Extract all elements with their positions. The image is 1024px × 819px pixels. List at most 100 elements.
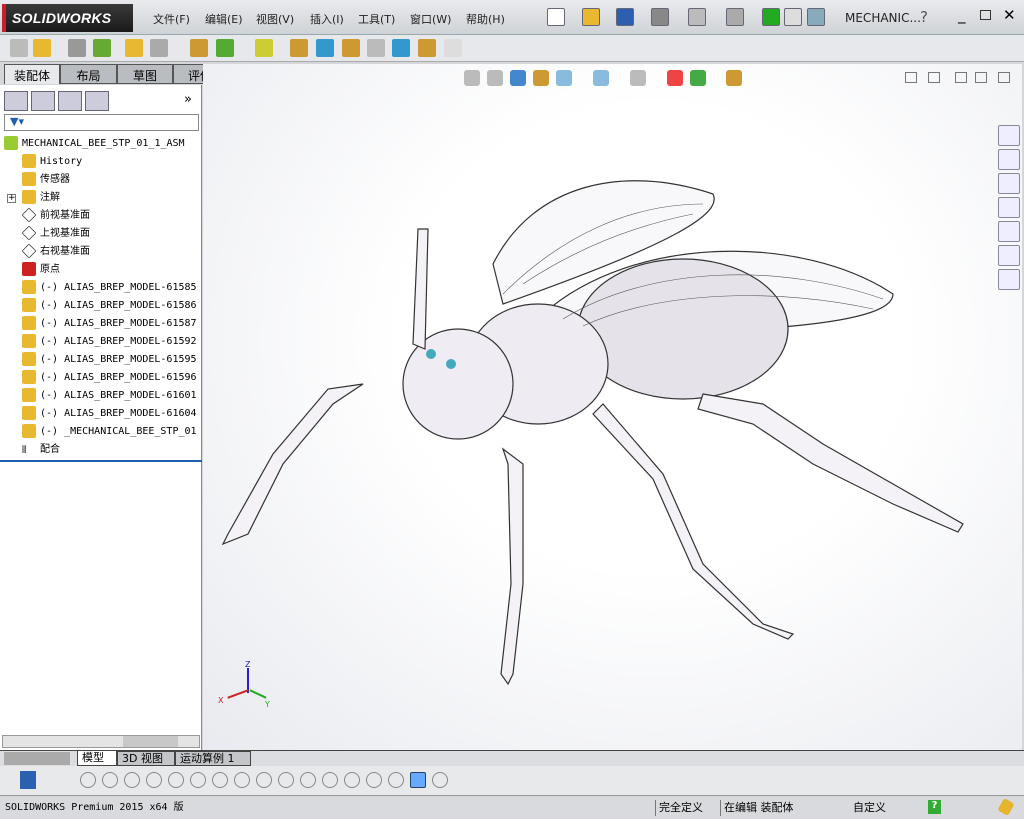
tree-item[interactable]: (-) ALIAS_BREP_MODEL-61604 [22, 405, 197, 423]
bottom-tab-2[interactable]: 运动算例 1 [175, 751, 251, 766]
tree-item[interactable]: (-) ALIAS_BREP_MODEL-61585 [22, 279, 197, 297]
menu-item-4[interactable]: 工具(T) [358, 11, 395, 27]
assembly-tool-icon-9[interactable] [290, 39, 308, 57]
tree-item[interactable]: 前视基准面 [21, 207, 90, 225]
sketch-tool-icon-8[interactable] [256, 772, 272, 788]
assembly-tool-icon-14[interactable] [418, 39, 436, 57]
sketch-tool-icon-0[interactable] [80, 772, 96, 788]
appearance-icon[interactable] [667, 70, 683, 86]
tree-item[interactable]: (-) ALIAS_BREP_MODEL-61592 [22, 333, 197, 351]
assembly-tool-icon-7[interactable] [216, 39, 234, 57]
tree-item[interactable]: 原点 [22, 261, 60, 279]
tree-item[interactable]: (-) ALIAS_BREP_MODEL-61586 [22, 297, 197, 315]
tree-item[interactable]: (-) _MECHANICAL_BEE_STP_01 [22, 423, 197, 441]
bottom-tab-0[interactable]: 模型 [77, 751, 117, 766]
tree-item[interactable]: 传感器 [22, 171, 70, 189]
assembly-tool-icon-5[interactable] [150, 39, 168, 57]
open-icon[interactable] [582, 8, 600, 26]
maximize-icon[interactable] [980, 10, 991, 20]
view-settings-icon[interactable] [726, 70, 742, 86]
section-view-icon[interactable] [533, 70, 549, 86]
sketch-tool-icon-7[interactable] [234, 772, 250, 788]
assembly-tool-icon-8[interactable] [255, 39, 273, 57]
assembly-tool-icon-1[interactable] [33, 39, 51, 57]
viewport-restore-icon[interactable] [975, 72, 987, 83]
sketch-tool-icon-2[interactable] [124, 772, 140, 788]
tree-item[interactable]: History [22, 153, 82, 171]
split-right-icon[interactable] [928, 72, 940, 83]
sketch-tool-icon-13[interactable] [366, 772, 382, 788]
help-icon[interactable]: ? [920, 8, 928, 26]
assembly-tool-icon-10[interactable] [316, 39, 334, 57]
sketch-tool-icon-5[interactable] [190, 772, 206, 788]
tree-item[interactable]: ⫴ 配合 [22, 441, 60, 459]
task-pane-view-palette-icon[interactable] [998, 197, 1020, 218]
rollback-bar[interactable] [0, 460, 202, 462]
assembly-tool-icon-6[interactable] [190, 39, 208, 57]
previous-view-icon[interactable] [510, 70, 526, 86]
undo-icon[interactable] [688, 8, 706, 26]
menu-item-2[interactable]: 视图(V) [256, 11, 294, 27]
sketch-tool-icon-16[interactable] [432, 772, 448, 788]
assembly-tool-icon-11[interactable] [342, 39, 360, 57]
close-icon[interactable]: ✕ [1003, 6, 1016, 24]
print-icon[interactable] [651, 8, 669, 26]
select-icon[interactable] [726, 8, 744, 26]
task-pane-appearances-icon[interactable] [998, 221, 1020, 242]
minimize-icon[interactable]: _ [958, 6, 966, 24]
menu-item-0[interactable]: 文件(F) [153, 11, 190, 27]
tree-item[interactable]: (-) ALIAS_BREP_MODEL-61596 [22, 369, 197, 387]
task-pane-design-library-icon[interactable] [998, 149, 1020, 170]
viewport-minimize-icon[interactable] [955, 72, 967, 83]
task-pane-file-explorer-icon[interactable] [998, 173, 1020, 194]
sketch-tool-icon-9[interactable] [278, 772, 294, 788]
tree-item[interactable]: 注解 [22, 189, 60, 207]
tree-item[interactable]: (-) ALIAS_BREP_MODEL-61595 [22, 351, 197, 369]
sketch-tool-icon-11[interactable] [322, 772, 338, 788]
expand-annotations[interactable]: + [7, 194, 16, 203]
rebuild-icon[interactable] [762, 8, 780, 26]
save-sketch-icon[interactable] [20, 771, 36, 789]
save-icon[interactable] [616, 8, 634, 26]
menu-item-3[interactable]: 插入(I) [310, 11, 344, 27]
property-manager-tab-icon[interactable] [31, 91, 55, 111]
sketch-tool-icon-3[interactable] [146, 772, 162, 788]
tree-item[interactable]: 上视基准面 [21, 225, 90, 243]
menu-item-5[interactable]: 窗口(W) [410, 11, 451, 27]
assembly-tool-icon-4[interactable] [125, 39, 143, 57]
task-pane-custom-properties-icon[interactable] [998, 245, 1020, 266]
sketch-tool-icon-14[interactable] [388, 772, 404, 788]
assembly-tool-icon-13[interactable] [392, 39, 410, 57]
tree-item[interactable]: 右视基准面 [21, 243, 90, 261]
display-manager-tab-icon[interactable] [85, 91, 109, 111]
task-pane-3d-content-icon[interactable] [998, 269, 1020, 290]
task-pane-home-icon[interactable] [998, 125, 1020, 146]
hide-show-icon[interactable] [630, 70, 646, 86]
sketch-tool-icon-10[interactable] [300, 772, 316, 788]
sketch-tool-icon-1[interactable] [102, 772, 118, 788]
file-properties-icon[interactable] [784, 8, 802, 26]
menu-item-6[interactable]: 帮助(H) [466, 11, 505, 27]
filter-icon[interactable]: ▼▾ [4, 114, 199, 131]
menu-item-1[interactable]: 编辑(E) [205, 11, 243, 27]
assembly-tool-icon-12[interactable] [367, 39, 385, 57]
tree-root[interactable]: MECHANICAL_BEE_STP_01_1_ASM [4, 135, 185, 153]
tab-scroll-buttons[interactable] [4, 752, 70, 765]
zoom-area-icon[interactable] [487, 70, 503, 86]
scene-icon[interactable] [690, 70, 706, 86]
display-style-icon[interactable] [593, 70, 609, 86]
sketch-tool-icon-6[interactable] [212, 772, 228, 788]
viewport-close-icon[interactable] [998, 72, 1010, 83]
zoom-to-fit-icon[interactable] [464, 70, 480, 86]
feature-manager-tab-icon[interactable] [4, 91, 28, 111]
tab-command-0[interactable]: 装配体 [4, 64, 60, 84]
assembly-tool-icon-3[interactable] [93, 39, 111, 57]
view-orientation-icon[interactable] [556, 70, 572, 86]
graphics-viewport[interactable]: Z X Y [203, 64, 1022, 750]
assembly-tool-icon-0[interactable] [10, 39, 28, 57]
units-selector[interactable]: 自定义 [850, 800, 889, 816]
options-icon[interactable] [807, 8, 825, 26]
bottom-tab-1[interactable]: 3D 视图 [117, 751, 175, 766]
assembly-tool-icon-2[interactable] [68, 39, 86, 57]
tab-command-2[interactable]: 草图 [117, 64, 173, 84]
